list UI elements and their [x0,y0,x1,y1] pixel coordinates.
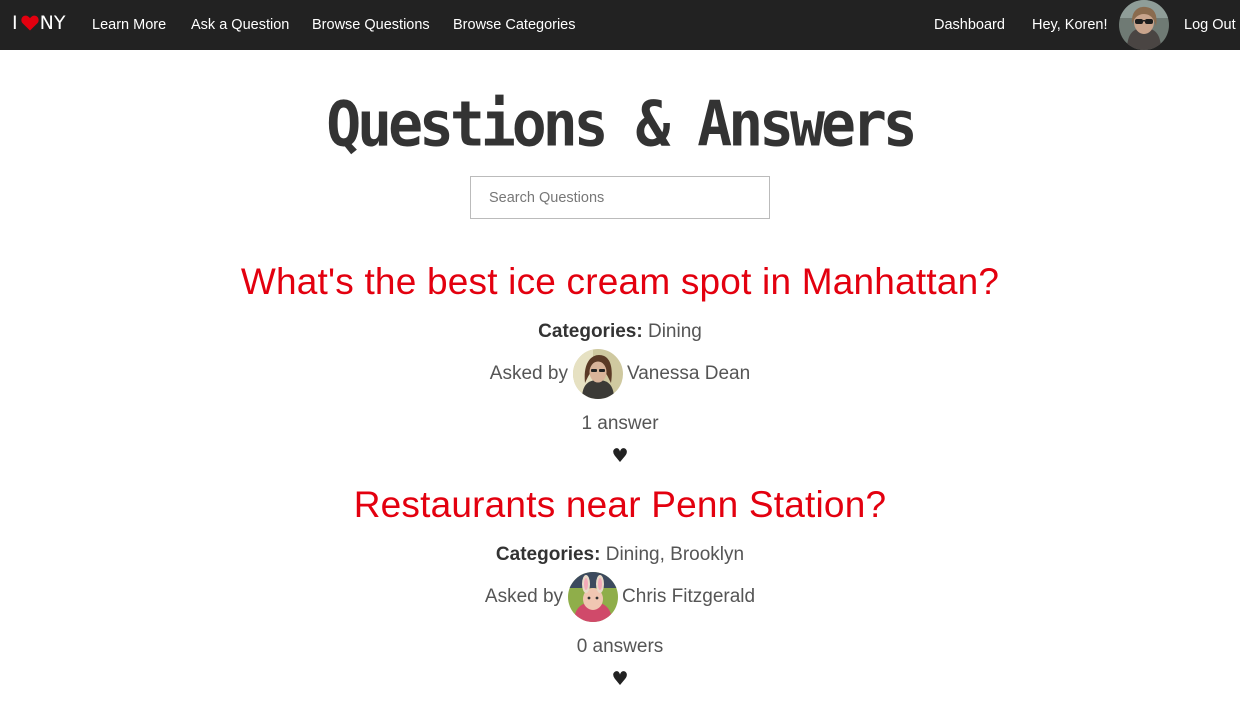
asked-by-row: Asked by Vanessa Dean [0,349,1240,399]
categories-value[interactable]: Dining [648,321,702,342]
favorite-heart-icon[interactable]: ♥ [600,444,640,468]
author-avatar[interactable] [568,572,619,622]
nav-browse-questions[interactable]: Browse Questions [312,0,430,50]
logo-prefix: I [12,12,18,34]
nav-greeting[interactable]: Hey, Koren! [1032,0,1108,50]
question-title-link[interactable]: What's the best ice cream spot in Manhat… [0,260,1240,304]
nav-dashboard[interactable]: Dashboard [934,0,1005,50]
author-avatar-image [568,572,619,622]
heart-logo-icon [20,15,39,31]
categories-label: Categories: [538,321,643,342]
search-questions-input[interactable] [470,176,770,219]
favorite-heart-icon[interactable]: ♥ [600,667,640,691]
page-title: Questions & Answers [326,87,917,161]
user-avatar-image [1119,0,1169,50]
nav-ask-question[interactable]: Ask a Question [191,0,289,50]
question-title-link[interactable]: Restaurants near Penn Station? [0,483,1240,527]
user-avatar[interactable] [1119,0,1169,50]
top-navbar: I NY Learn More Ask a Question Browse Qu… [0,0,1240,50]
author-avatar-image [572,349,623,399]
nav-browse-categories[interactable]: Browse Categories [453,0,576,50]
nav-learn-more[interactable]: Learn More [92,0,166,50]
author-name[interactable]: Vanessa Dean [627,363,750,385]
asked-by-label: Asked by [489,363,568,384]
logo-suffix: NY [39,12,66,34]
asked-by-label: Asked by [484,586,564,607]
categories-value[interactable]: Dining, Brooklyn [606,544,744,565]
categories-label: Categories: [495,544,601,565]
question-categories: Categories: Dining [0,320,1240,344]
author-name[interactable]: Chris Fitzgerald [622,586,755,608]
site-logo[interactable]: I NY [12,10,65,36]
question-categories: Categories: Dining, Brooklyn [0,543,1240,567]
answer-count[interactable]: 1 answer [0,412,1240,436]
answer-count[interactable]: 0 answers [0,635,1240,659]
nav-logout[interactable]: Log Out [1184,0,1236,50]
asked-by-row: Asked by Chris Fitzgerald [0,572,1240,622]
author-avatar[interactable] [572,349,623,399]
